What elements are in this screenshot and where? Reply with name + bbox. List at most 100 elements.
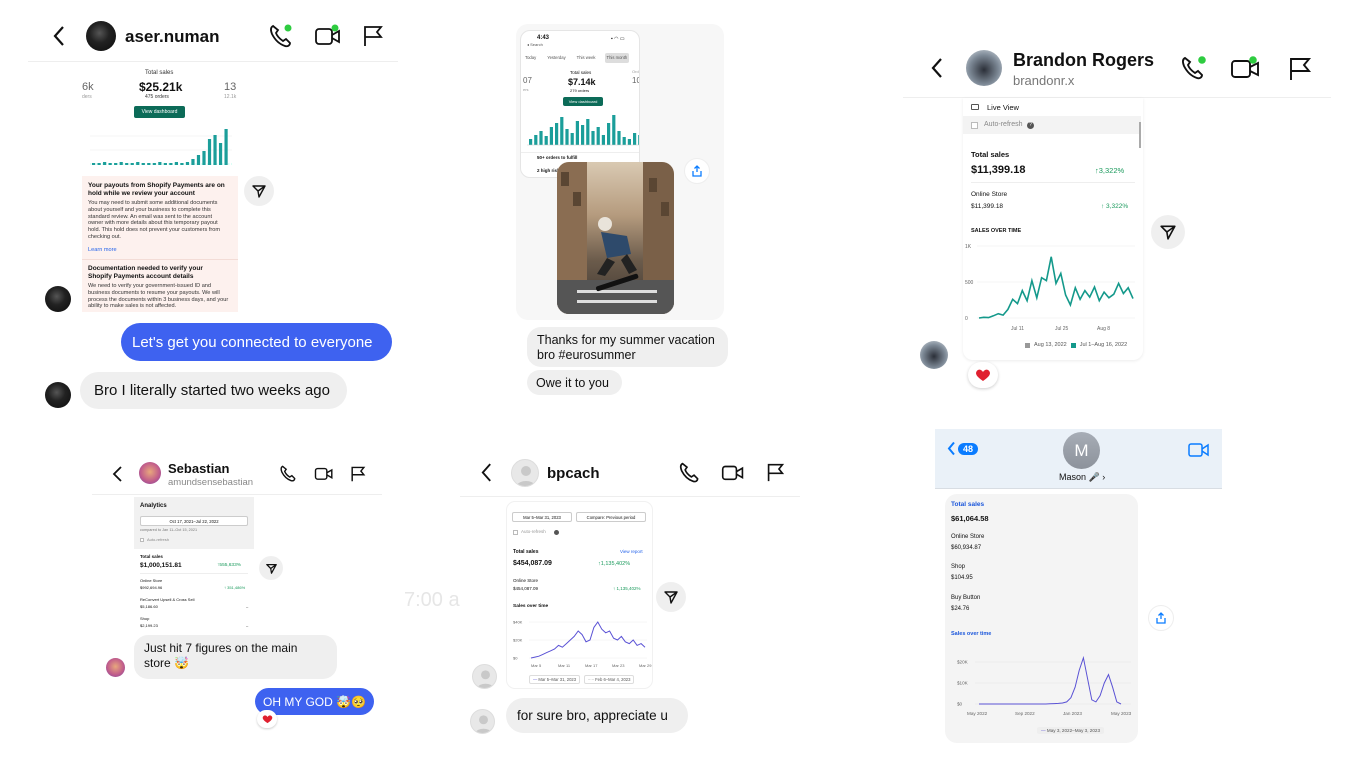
view-dashboard-button[interactable]: View dashboard (134, 106, 185, 118)
orders-count: 475 orders (145, 94, 169, 100)
orders-to-fulfill[interactable]: 50+ orders to fulfill (537, 155, 577, 160)
message-text: Just hit 7 figures on the main store 🤯 (144, 641, 298, 670)
online-label: Online Store (140, 578, 163, 583)
heart-reaction[interactable] (257, 710, 277, 728)
compare-button[interactable]: Compare: Previous period (576, 512, 646, 522)
shared-screenshot[interactable]: 6k ders Total sales $25.21k 475 orders 1… (82, 64, 238, 312)
message-received[interactable]: Just hit 7 figures on the main store 🤯 (134, 635, 337, 679)
avatar[interactable]: M (1063, 432, 1100, 469)
message-text: Thanks for my summer vacation bro #euros… (537, 333, 715, 362)
contact-name[interactable]: bpcach (547, 465, 600, 482)
avatar[interactable] (86, 21, 116, 51)
learn-more-link[interactable]: Learn more (88, 247, 117, 253)
date-button[interactable]: Mar 5–Mar 31, 2023 (512, 512, 572, 522)
back-chevron-icon[interactable] (480, 462, 493, 483)
tab-week[interactable]: This week (575, 53, 598, 63)
view-dashboard-button[interactable]: View dashboard (563, 97, 603, 106)
flag-icon[interactable] (1288, 56, 1312, 82)
phone-icon[interactable] (268, 23, 296, 49)
online-label: Online Store (513, 578, 539, 583)
x-tick-label: Mar 23 (612, 663, 625, 668)
phone-icon[interactable] (678, 461, 703, 484)
sales-bar (633, 133, 637, 145)
avatar (45, 286, 71, 312)
share-icon (692, 165, 702, 177)
sales-series-line (978, 256, 1134, 319)
video-icon[interactable] (314, 24, 342, 48)
facetime-icon[interactable] (1188, 442, 1210, 458)
auto-refresh-checkbox[interactable] (140, 538, 144, 542)
divider (460, 496, 800, 497)
video-icon[interactable] (721, 462, 745, 483)
online-change: ↑ 351,486% (224, 585, 246, 590)
message-received[interactable]: Bro I literally started two weeks ago (80, 372, 347, 409)
sales-line-chart: $20K $10K $0 May 2022 Sep 2022 Jan 2023 May 20… (957, 655, 1132, 716)
tab-yesterday[interactable]: Yesterday (545, 53, 567, 63)
shopify-phone-screenshot[interactable]: 4:43 ◂ Search ▪ ◠ ▭ Today Yesterday This… (520, 30, 640, 178)
message-received[interactable]: Thanks for my summer vacation bro #euros… (527, 327, 728, 367)
flag-icon[interactable] (350, 465, 366, 483)
total-label: Total sales (570, 70, 592, 75)
date-picker[interactable]: Oct 17, 2021–Jul 22, 2022 (140, 516, 248, 526)
notice-title: Your payouts from Shopify Payments are o… (88, 182, 225, 197)
avatar[interactable] (966, 50, 1002, 86)
sales-bar (565, 129, 569, 145)
share-button[interactable] (684, 158, 710, 184)
back-chevron-icon[interactable] (930, 57, 944, 79)
shared-screenshot[interactable]: Mar 5–Mar 31, 2023 Compare: Previous per… (507, 502, 652, 688)
flag-icon[interactable] (362, 24, 384, 48)
auto-refresh-checkbox[interactable] (971, 122, 978, 129)
total-value: $7.14k (568, 77, 596, 87)
person-icon (516, 466, 536, 486)
contact-name[interactable]: Mason 🎤 › (1059, 472, 1105, 483)
heart-reaction[interactable] (968, 362, 998, 388)
shared-screenshot[interactable]: Analytics Oct 17, 2021–Jul 22, 2022 comp… (134, 497, 254, 633)
x-tick-label: Sep 2022 (1015, 711, 1035, 716)
online-value: $454,087.09 (513, 586, 539, 591)
chart-title: Sales over time (951, 631, 992, 637)
avatar-placeholder[interactable] (511, 459, 539, 487)
share-button[interactable] (1148, 605, 1174, 631)
tab-today[interactable]: Today (523, 53, 538, 63)
online-change: ↑ 3,322% (1101, 203, 1129, 210)
share-button[interactable] (259, 556, 283, 580)
back-chevron-icon (947, 441, 955, 456)
message-sent[interactable]: Let's get you connected to everyone (121, 323, 392, 361)
flag-icon[interactable] (766, 462, 785, 483)
y-tick-label: $20K (957, 660, 969, 665)
video-icon[interactable] (1230, 55, 1262, 81)
person-icon (477, 670, 494, 688)
back-chevron-icon[interactable] (52, 25, 66, 47)
contact-name[interactable]: Sebastian (168, 461, 229, 476)
share-button[interactable] (656, 582, 686, 612)
avatar[interactable] (139, 462, 161, 484)
buy-button-label: Buy Button (951, 595, 981, 601)
online-value: $60,934.87 (951, 545, 982, 551)
shared-screenshot[interactable]: Live View Auto-refresh ? Total sales $11… (963, 98, 1143, 360)
phone-icon[interactable] (279, 464, 299, 483)
total-label: Total sales (513, 549, 539, 555)
message-received[interactable]: Owe it to you (527, 370, 622, 395)
phone-icon[interactable] (1180, 54, 1210, 82)
share-button[interactable] (244, 176, 274, 206)
photo-skateboarder[interactable] (557, 162, 674, 314)
message-received[interactable]: for sure bro, appreciate u (506, 698, 688, 733)
scrollbar[interactable] (1139, 122, 1141, 148)
tab-month[interactable]: This month (604, 53, 630, 63)
back-button[interactable]: 48 (947, 441, 979, 456)
send-icon (664, 591, 678, 604)
y-tick-label: 0 (965, 316, 968, 322)
video-icon[interactable] (314, 465, 334, 482)
share-button[interactable] (1151, 215, 1185, 249)
x-tick-label: Mar 17 (585, 663, 598, 668)
info-icon: ? (1027, 122, 1034, 129)
username[interactable]: aser.numan (125, 27, 220, 47)
auto-refresh-checkbox[interactable] (513, 530, 518, 535)
shared-screenshot[interactable]: Total sales $61,064.58 Online Store $60,… (945, 494, 1138, 743)
back-chevron-icon[interactable] (112, 465, 123, 483)
x-tick-label: May 2023 (1111, 711, 1132, 716)
send-icon (252, 185, 266, 198)
live-view[interactable]: Live View (987, 103, 1019, 112)
view-report-link[interactable]: View report (620, 549, 643, 554)
contact-name[interactable]: Brandon Rogers (1013, 50, 1154, 71)
